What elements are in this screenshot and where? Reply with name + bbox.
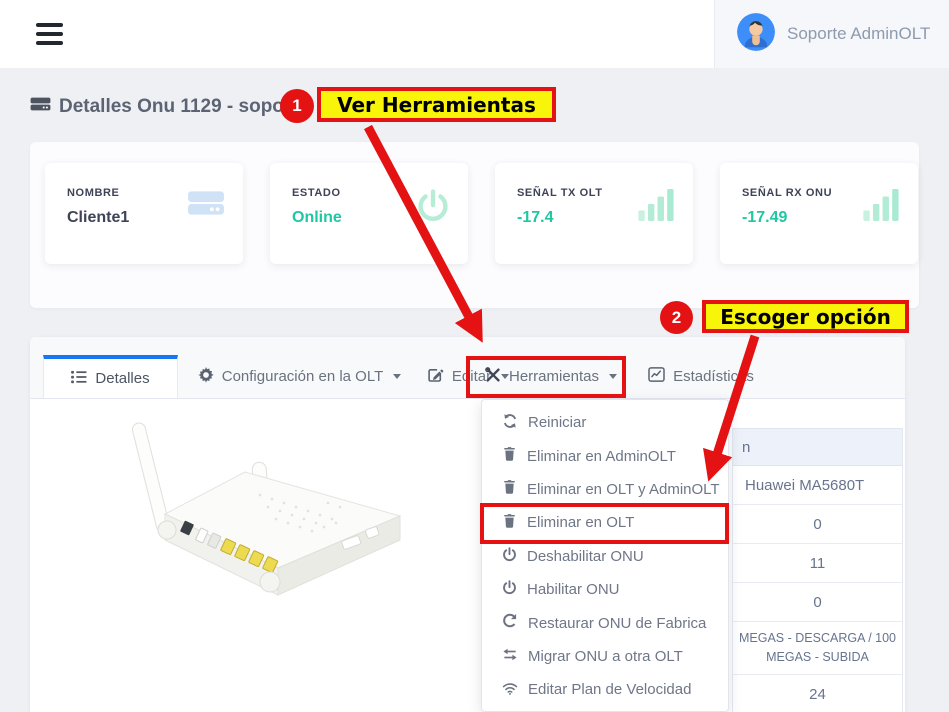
tools-icon: [485, 367, 501, 387]
menu-item-deshabilitar-onu[interactable]: Deshabilitar ONU: [482, 540, 728, 573]
server-icon: [187, 189, 225, 222]
user-name: Soporte AdminOLT: [787, 24, 930, 44]
topbar: Soporte AdminOLT: [0, 0, 949, 68]
hamburger-menu-icon[interactable]: [36, 23, 63, 45]
menu-item-label: Deshabilitar ONU: [527, 548, 644, 565]
onu-info-table: n Huawei MA5680T 0 11 0 MEGAS - DESCARGA…: [732, 428, 903, 712]
menu-item-eliminar-olt-y-adminolt[interactable]: Eliminar en OLT y AdminOLT: [482, 473, 728, 506]
menu-item-migrar-onu[interactable]: Migrar ONU a otra OLT: [482, 640, 728, 673]
tab-label: Configuración en la OLT: [222, 368, 383, 385]
stat-card-senal-tx: SEÑAL TX OLT -17.4: [495, 163, 693, 264]
page-title: Detalles Onu 1129 - soporte: [30, 96, 308, 118]
user-menu[interactable]: Soporte AdminOLT: [714, 0, 949, 68]
power-icon: [416, 189, 450, 228]
restore-icon: [502, 613, 518, 633]
menu-item-label: Reiniciar: [528, 414, 586, 431]
tab-herramientas[interactable]: Herramientas: [475, 355, 627, 398]
list-icon: [71, 370, 87, 388]
signal-bars-icon: [638, 189, 675, 226]
table-cell: 24: [733, 675, 902, 712]
stat-card-estado: ESTADO Online: [270, 163, 468, 264]
device-icon: [30, 96, 51, 118]
power-icon: [502, 580, 517, 599]
step-1-label: Ver Herramientas: [317, 87, 556, 122]
step-number: 2: [672, 308, 681, 328]
chevron-down-icon: [393, 374, 401, 379]
menu-item-reiniciar[interactable]: Reiniciar: [482, 406, 728, 439]
herramientas-dropdown: Reiniciar Eliminar en AdminOLT Eliminar …: [481, 399, 729, 712]
menu-item-eliminar-olt[interactable]: Eliminar en OLT: [482, 506, 728, 539]
stat-card-senal-rx: SEÑAL RX ONU -17.49: [720, 163, 918, 264]
chevron-down-icon: [609, 374, 617, 379]
trash-icon: [502, 479, 517, 499]
table-cell: 0: [733, 505, 902, 544]
table-cell: MEGAS - DESCARGA / 100 MEGAS - SUBIDA: [733, 622, 902, 675]
table-header-cell: n: [733, 428, 902, 466]
tab-detalles[interactable]: Detalles: [43, 355, 178, 398]
trash-icon: [502, 513, 517, 533]
step-label-text: Ver Herramientas: [337, 93, 536, 117]
tab-configuracion-olt[interactable]: Configuración en la OLT: [193, 355, 406, 398]
tab-label: Detalles: [95, 370, 149, 387]
signal-bars-icon: [863, 189, 900, 226]
wifi-icon: [502, 681, 518, 699]
edit-icon: [427, 367, 444, 387]
page-title-text: Detalles Onu 1129 - soporte: [59, 96, 308, 118]
tab-estadisticas[interactable]: Estadísticas: [635, 355, 767, 398]
step-label-text: Escoger opción: [720, 305, 891, 329]
tab-bar: Detalles Configuración en la OLT: [30, 337, 905, 399]
menu-item-label: Restaurar ONU de Fabrica: [528, 615, 706, 632]
migrate-icon: [502, 647, 518, 666]
menu-item-label: Eliminar en AdminOLT: [527, 448, 676, 465]
menu-item-label: Eliminar en OLT: [527, 514, 634, 531]
menu-item-editar-plan[interactable]: Editar Plan de Velocidad: [482, 673, 728, 706]
step-2-badge: 2: [660, 301, 693, 334]
menu-item-habilitar-onu[interactable]: Habilitar ONU: [482, 573, 728, 606]
menu-item-eliminar-adminolt[interactable]: Eliminar en AdminOLT: [482, 439, 728, 472]
gear-icon: [198, 367, 214, 387]
tab-label: Herramientas: [509, 368, 599, 385]
stat-card-nombre: NOMBRE Cliente1: [45, 163, 243, 264]
table-cell: Huawei MA5680T: [733, 466, 902, 505]
user-avatar: [737, 13, 775, 56]
stats-panel: NOMBRE Cliente1 ESTADO Online SEÑAL T: [30, 142, 919, 308]
menu-item-label: Eliminar en OLT y AdminOLT: [527, 481, 720, 498]
step-number: 1: [292, 96, 301, 116]
router-image: [110, 410, 450, 650]
step-1-badge: 1: [280, 89, 314, 123]
menu-item-label: Editar Plan de Velocidad: [528, 681, 691, 698]
tab-label: Estadísticas: [673, 368, 754, 385]
admin-olt-page: Soporte AdminOLT Detalles Onu 1129 - sop…: [0, 0, 949, 712]
menu-item-restaurar-onu[interactable]: Restaurar ONU de Fabrica: [482, 606, 728, 639]
table-cell: 0: [733, 583, 902, 622]
refresh-icon: [502, 413, 518, 433]
table-cell: 11: [733, 544, 902, 583]
menu-item-label: Habilitar ONU: [527, 581, 620, 598]
menu-item-label: Migrar ONU a otra OLT: [528, 648, 683, 665]
trash-icon: [502, 446, 517, 466]
step-2-label: Escoger opción: [702, 300, 909, 333]
power-icon: [502, 547, 517, 566]
chart-icon: [648, 367, 665, 386]
